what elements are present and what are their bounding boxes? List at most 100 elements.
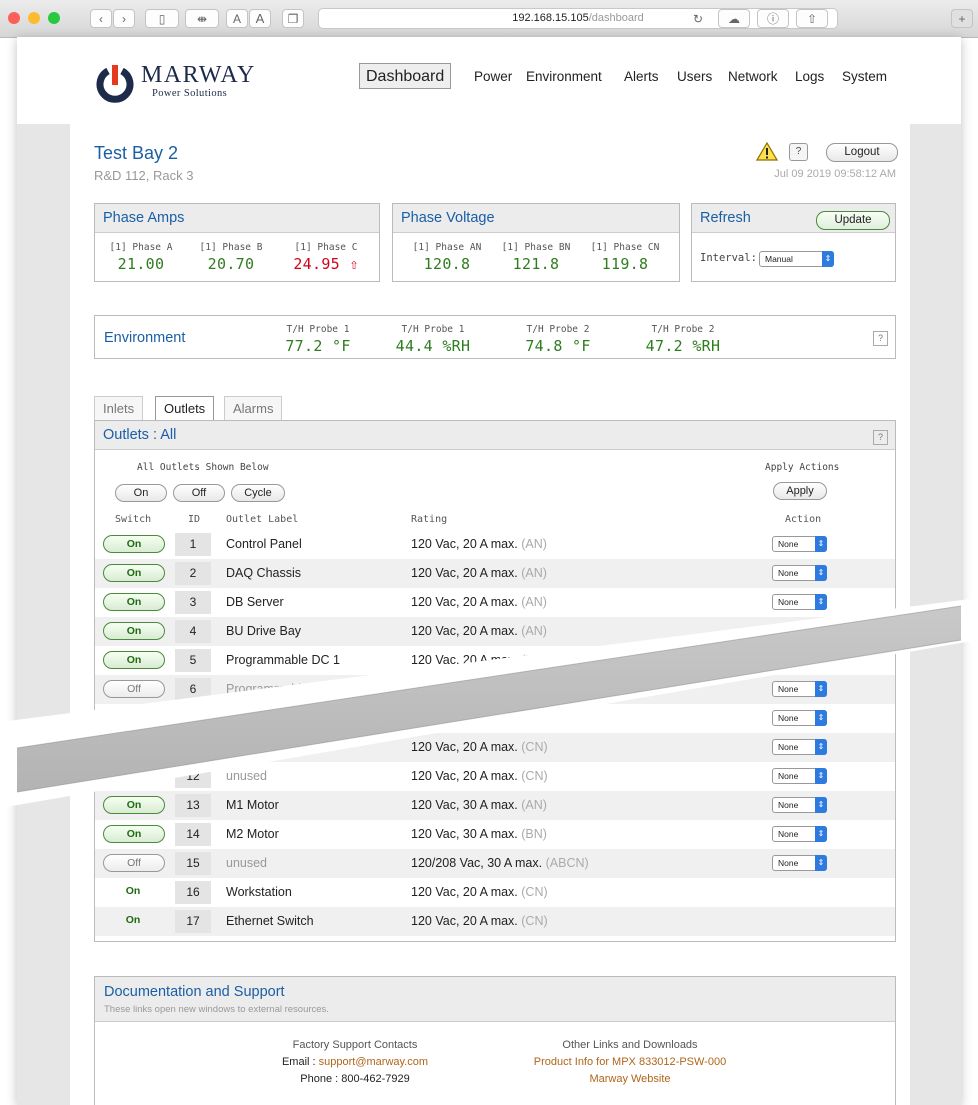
tab-inlets[interactable]: Inlets xyxy=(94,396,144,420)
sidebar-icon[interactable]: ▯ xyxy=(145,9,179,28)
page-title: Test Bay 2 xyxy=(94,143,179,163)
select-chevron-icon: ⇕ xyxy=(815,536,827,552)
select-chevron-icon: ⇕ xyxy=(815,739,827,755)
phase-label: [1] Phase C xyxy=(294,242,358,253)
forward-icon[interactable]: › xyxy=(113,9,135,28)
outlet-action-select[interactable]: None ⇕ xyxy=(772,594,827,610)
outlet-action-select[interactable]: None ⇕ xyxy=(772,739,827,755)
outlet-switch-button[interactable]: Off xyxy=(103,680,165,698)
phase-c-reading: [1] Phase C 24.95 ⇧ xyxy=(281,242,371,273)
nav-alerts[interactable]: Alerts xyxy=(624,69,659,84)
environment-help-button[interactable]: ? xyxy=(873,331,888,346)
text-smaller-icon[interactable]: A xyxy=(226,9,248,28)
outlet-label: DB Server xyxy=(226,595,284,609)
reader-icon[interactable]: ⇼ xyxy=(185,9,219,28)
contacts-heading: Factory Support Contacts xyxy=(292,1039,418,1051)
outlet-label: M2 Motor xyxy=(226,827,279,841)
all-cycle-button[interactable]: Cycle xyxy=(231,484,285,502)
outlet-switch-button[interactable]: On xyxy=(103,796,165,814)
help-button[interactable]: ? xyxy=(789,143,808,161)
rating-text: 120 Vac, 20 A max. xyxy=(411,885,518,899)
phase-tag: (AN) xyxy=(521,566,547,580)
tab-outlets[interactable]: Outlets xyxy=(155,396,215,420)
icloud-icon[interactable]: ☁ xyxy=(718,9,750,28)
product-info-link[interactable]: Product Info for MPX 833012-PSW-000 xyxy=(495,1056,765,1068)
table-row: On 1 Control Panel 120 Vac, 20 A max. (AN) N… xyxy=(95,530,895,559)
interval-select[interactable]: Manual ⇕ xyxy=(759,251,834,267)
table-row: On 14 M2 Motor 120 Vac, 30 A max. (BN) None ⇕ xyxy=(95,820,895,849)
zoom-window-button[interactable] xyxy=(48,12,60,24)
nav-logs[interactable]: Logs xyxy=(795,69,824,84)
outlet-id: 15 xyxy=(175,852,211,875)
probe-reading: T/H Probe 1 44.4 %RH xyxy=(383,324,483,355)
outlet-action-select[interactable]: None ⇕ xyxy=(772,536,827,552)
interval-label: Interval: xyxy=(700,252,757,264)
outlet-id: 2 xyxy=(175,562,211,585)
outlet-rating: 120 Vac, 20 A max. (AN) xyxy=(411,566,547,580)
warning-icon[interactable] xyxy=(756,142,778,161)
outlet-action-select[interactable]: None ⇕ xyxy=(772,681,827,697)
marway-website-link[interactable]: Marway Website xyxy=(495,1073,765,1085)
tab-alarms[interactable]: Alarms xyxy=(224,396,283,420)
outlet-switch-button: On xyxy=(125,885,141,897)
outlet-rating: . max. (CN) xyxy=(411,711,475,725)
nav-environment[interactable]: Environment xyxy=(526,69,602,84)
close-window-button[interactable] xyxy=(8,12,20,24)
outlet-switch-button[interactable]: On xyxy=(103,709,165,727)
outlet-id: 16 xyxy=(175,881,211,904)
nav-power[interactable]: Power xyxy=(474,69,512,84)
outlet-switch-button[interactable]: On xyxy=(103,825,165,843)
outlets-help-button[interactable]: ? xyxy=(873,430,888,445)
outlet-switch-button: On xyxy=(125,914,141,926)
timestamp: Jul 09 2019 09:58:12 AM xyxy=(774,168,896,180)
apply-button[interactable]: Apply xyxy=(773,482,827,500)
brand-tagline: Power Solutions xyxy=(152,88,228,99)
column-header-action: Action xyxy=(785,514,822,525)
outlet-action-select[interactable]: None ⇕ xyxy=(772,768,827,784)
outlet-switch-button[interactable]: On xyxy=(103,564,165,582)
outlet-label: BU Drive Bay xyxy=(226,624,302,638)
outlet-switch-button[interactable]: On xyxy=(103,622,165,640)
probe-label: T/H Probe 1 xyxy=(401,324,465,335)
minimize-window-button[interactable] xyxy=(28,12,40,24)
panel-title: Environment xyxy=(104,330,186,346)
table-row: On 17 Ethernet Switch 120 Vac, 20 A max. (C… xyxy=(95,907,895,936)
update-button[interactable]: Update xyxy=(816,211,890,230)
outlet-switch-button[interactable]: On xyxy=(103,535,165,553)
phase-tag: (BN) xyxy=(521,653,547,667)
logout-button[interactable]: Logout xyxy=(826,143,898,162)
text-larger-icon[interactable]: A xyxy=(249,9,271,28)
share-icon[interactable]: ⇧ xyxy=(796,9,828,28)
action-value: None xyxy=(778,742,799,752)
outlet-label: Programmable DC 2 xyxy=(226,682,340,696)
tabs-icon[interactable]: ❐ xyxy=(282,9,304,28)
phase-tag: (CN) xyxy=(521,885,548,899)
select-chevron-icon: ⇕ xyxy=(815,594,827,610)
all-off-button[interactable]: Off xyxy=(173,484,225,502)
outlet-action-select[interactable]: None ⇕ xyxy=(772,855,827,871)
table-row: On 7 . max. (CN) None ⇕ xyxy=(95,704,895,733)
nav-system[interactable]: System xyxy=(842,69,887,84)
outlet-switch-button[interactable]: On xyxy=(103,593,165,611)
new-tab-icon[interactable]: + xyxy=(951,9,973,28)
outlet-id: 7 xyxy=(175,707,211,730)
outlet-id: 12 xyxy=(175,765,211,788)
back-icon[interactable]: ‹ xyxy=(90,9,112,28)
nav-dashboard[interactable]: Dashboard xyxy=(359,63,452,89)
phase-tag: (AN) xyxy=(521,798,547,812)
reload-icon[interactable]: ↻ xyxy=(684,9,712,28)
info-icon[interactable]: ⓘ xyxy=(757,9,789,28)
outlet-switch-button[interactable]: Off xyxy=(103,854,165,872)
outlet-action-select[interactable]: None ⇕ xyxy=(772,565,827,581)
outlet-action-select[interactable]: None ⇕ xyxy=(772,797,827,813)
brand-name: MARWAY xyxy=(141,62,256,88)
outlet-switch-button[interactable]: On xyxy=(103,651,165,669)
support-email-link[interactable]: support@marway.com xyxy=(319,1056,428,1068)
all-on-button[interactable]: On xyxy=(115,484,167,502)
nav-network[interactable]: Network xyxy=(728,69,778,84)
outlet-action-select[interactable]: None ⇕ xyxy=(772,826,827,842)
outlet-action-select[interactable]: None ⇕ xyxy=(772,710,827,726)
nav-users[interactable]: Users xyxy=(677,69,712,84)
select-chevron-icon: ⇕ xyxy=(815,710,827,726)
select-chevron-icon: ⇕ xyxy=(815,797,827,813)
